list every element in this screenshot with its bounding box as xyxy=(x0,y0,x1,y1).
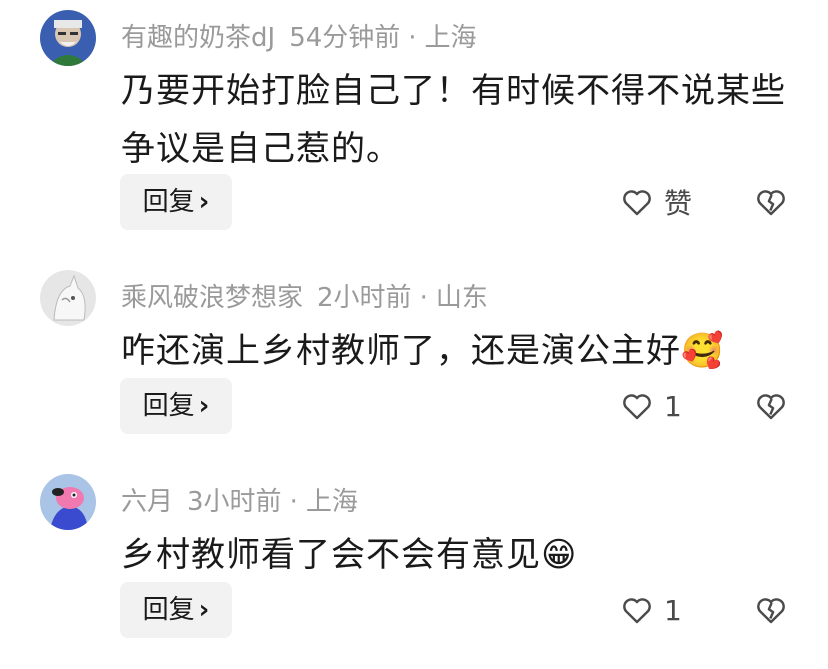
heart-icon xyxy=(623,598,651,624)
reply-button[interactable]: 回复 › xyxy=(120,378,232,434)
reply-label: 回复 xyxy=(142,595,195,625)
username[interactable]: 有趣的奶茶dJ xyxy=(121,23,275,53)
comment-location: 山东 xyxy=(435,283,488,313)
comment-time: 3小时前 xyxy=(187,487,282,517)
reply-button[interactable]: 回复 › xyxy=(120,174,232,230)
chevron-right-icon: › xyxy=(198,187,210,217)
comment-meta: 六月 3小时前 · 上海 xyxy=(121,484,358,520)
broken-heart-icon xyxy=(757,190,785,216)
dislike-button[interactable] xyxy=(754,389,788,427)
comment-location: 上海 xyxy=(424,23,477,53)
comment-meta: 乘风破浪梦想家 2小时前 · 山东 xyxy=(121,280,488,316)
chevron-right-icon: › xyxy=(198,595,210,625)
comment-text: 乃要开始打脸自己了！有时候不得不说某些争议是自己惹的。 xyxy=(121,62,791,178)
cartoon-dog-avatar-icon xyxy=(40,474,96,530)
broken-heart-icon xyxy=(757,394,785,420)
comment-meta: 有趣的奶茶dJ 54分钟前 · 上海 xyxy=(121,20,477,56)
comment-time: 54分钟前 xyxy=(289,23,401,53)
comment-text-body: 乡村教师看了会不会有意见 xyxy=(121,535,541,575)
heart-icon xyxy=(623,190,651,216)
user-avatar[interactable] xyxy=(40,10,96,66)
user-avatar[interactable] xyxy=(40,270,96,326)
comment-text: 咋还演上乡村教师了，还是演公主好🥰 xyxy=(121,322,791,380)
separator-dot: · xyxy=(289,487,298,517)
user-avatar[interactable] xyxy=(40,474,96,530)
comment-text-body: 乃要开始打脸自己了！有时候不得不说某些争议是自己惹的。 xyxy=(121,71,786,169)
comment-location: 上海 xyxy=(305,487,358,517)
cat-avatar-icon xyxy=(40,270,96,326)
like-label: 赞 xyxy=(664,187,693,220)
username[interactable]: 六月 xyxy=(121,487,173,517)
separator-dot: · xyxy=(419,283,428,313)
grinning-face-emoji: 😁 xyxy=(541,535,578,575)
like-count: 1 xyxy=(664,593,682,627)
dislike-button[interactable] xyxy=(754,593,788,631)
old-man-avatar-icon xyxy=(40,10,96,66)
comment-text-body: 咋还演上乡村教师了，还是演公主好 xyxy=(121,331,681,371)
separator-dot: · xyxy=(408,23,417,53)
reply-button[interactable]: 回复 › xyxy=(120,582,232,638)
comment-text: 乡村教师看了会不会有意见😁 xyxy=(121,526,791,584)
reply-label: 回复 xyxy=(142,391,195,421)
like-count: 1 xyxy=(664,389,682,423)
heart-icon xyxy=(623,394,651,420)
hugging-face-emoji: 🥰 xyxy=(681,331,725,371)
comment-time: 2小时前 xyxy=(317,283,412,313)
reply-label: 回复 xyxy=(142,187,195,217)
like-button[interactable]: 1 xyxy=(620,582,682,638)
like-button[interactable]: 1 xyxy=(620,378,682,434)
like-button[interactable]: 赞 xyxy=(620,174,692,230)
chevron-right-icon: › xyxy=(198,391,210,421)
broken-heart-icon xyxy=(757,598,785,624)
dislike-button[interactable] xyxy=(754,185,788,223)
username[interactable]: 乘风破浪梦想家 xyxy=(121,283,303,313)
